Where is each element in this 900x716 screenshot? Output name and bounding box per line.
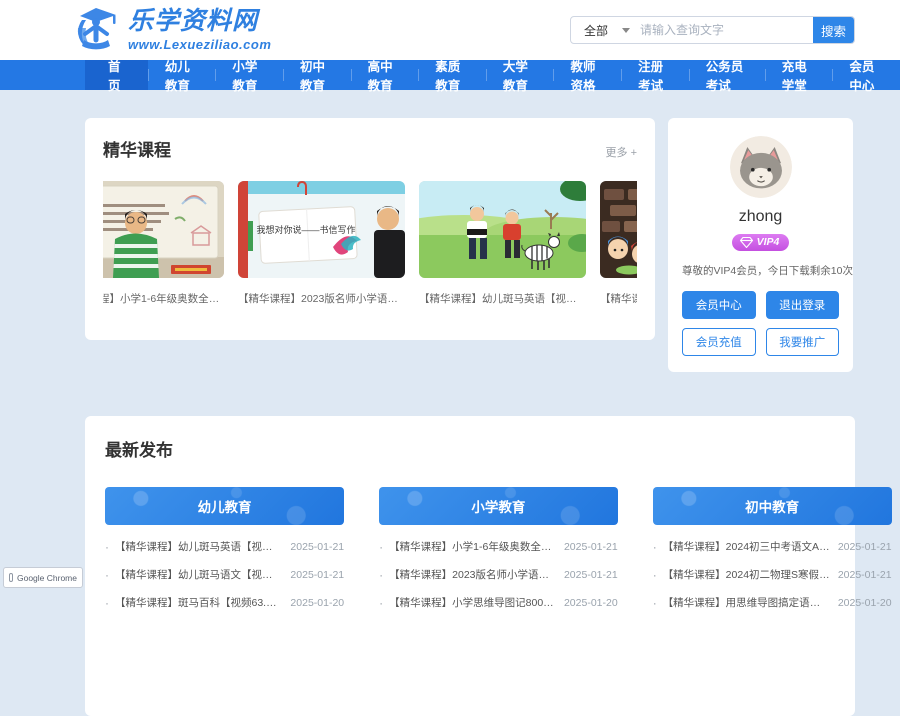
course-card-title: 【精华课程】小学1-6年级奥数全套课… [103, 291, 224, 306]
site-logo[interactable]: 乐学资料网 www.Lexueziliao.com [72, 6, 271, 55]
news-link[interactable]: 【精华课程】幼儿斑马语文【视频181.7… [115, 567, 282, 582]
news-link[interactable]: 【精华课程】小学思维导图记800单词… [389, 595, 556, 610]
nav-item-registered-exam[interactable]: 注册考试 [621, 60, 689, 90]
site-url: www.Lexueziliao.com [128, 37, 271, 52]
news-link[interactable]: 【精华课程】2023版名师小学语文写作… [389, 567, 556, 582]
course-card-title: 【精华课程】幼儿斑马英语【视频151… [419, 291, 586, 306]
nav-item-civil-service[interactable]: 公务员考试 [689, 60, 765, 90]
list-item: · 【精华课程】2024初三中考语文A+春季… 2025-01-21 [653, 533, 892, 561]
chevron-down-icon [622, 28, 630, 33]
news-date: 2025-01-21 [838, 541, 892, 553]
bullet-dot: · [379, 540, 383, 554]
course-card-title: 【精华课… [600, 291, 637, 306]
member-center-button[interactable]: 会员中心 [682, 291, 756, 319]
category-column-junior: 初中教育 · 【精华课程】2024初三中考语文A+春季… 2025-01-21 … [653, 487, 892, 617]
bullet-dot: · [653, 568, 657, 582]
nav-item-home[interactable]: 首页 [85, 60, 148, 90]
news-date: 2025-01-21 [290, 541, 344, 553]
site-title: 乐学资料网 [128, 9, 271, 34]
user-profile-panel: zhong VIP4 尊敬的VIP4会员，今日下载剩余10次 会员中心 退出登录… [668, 118, 853, 372]
user-avatar [730, 136, 792, 198]
nav-item-junior[interactable]: 初中教育 [283, 60, 351, 90]
list-item: · 【精华课程】幼儿斑马语文【视频181.7… 2025-01-21 [105, 561, 344, 589]
category-column-preschool: 幼儿教育 · 【精华课程】幼儿斑马英语【视频151.2… 2025-01-21 … [105, 487, 344, 617]
news-link[interactable]: 【精华课程】小学1-6年级奥数全套课程… [389, 539, 556, 554]
course-card[interactable]: 【精华课程】小学1-6年级奥数全套课… [103, 181, 224, 306]
bullet-dot: · [379, 596, 383, 610]
bullet-dot: · [105, 568, 109, 582]
course-thumbnail-letter-writing: 我想对你说——书信写作 [238, 181, 405, 278]
news-link[interactable]: 【精华课程】2024初二物理S寒假班+春… [663, 567, 830, 582]
news-date: 2025-01-21 [564, 541, 618, 553]
news-link[interactable]: 【精华课程】斑马百科【视频63.24G】 [115, 595, 282, 610]
nav-item-senior[interactable]: 高中教育 [351, 60, 419, 90]
news-link[interactable]: 【精华课程】幼儿斑马英语【视频151.2… [115, 539, 282, 554]
list-item: · 【精华课程】斑马百科【视频63.24G】 2025-01-20 [105, 589, 344, 617]
main-navbar: 首页 幼儿教育 小学教育 初中教育 高中教育 素质教育 大学教育 教师资格 注册… [0, 60, 900, 90]
nav-item-member-center[interactable]: 会员中心 [832, 60, 900, 90]
news-date: 2025-01-21 [290, 569, 344, 581]
logout-button[interactable]: 退出登录 [766, 291, 840, 319]
news-date: 2025-01-20 [564, 597, 618, 609]
category-banner-preschool[interactable]: 幼儿教育 [105, 487, 344, 525]
list-item: · 【精华课程】用思维导图搞定语数英，… 2025-01-20 [653, 589, 892, 617]
search-category-select[interactable]: 全部 [571, 17, 640, 43]
news-date: 2025-01-20 [838, 597, 892, 609]
featured-title: 精华课程 [103, 136, 171, 161]
news-date: 2025-01-21 [838, 569, 892, 581]
latest-releases-panel: 最新发布 幼儿教育 · 【精华课程】幼儿斑马英语【视频151.2… 2025-0… [85, 416, 855, 716]
news-link[interactable]: 【精华课程】2024初三中考语文A+春季… [663, 539, 830, 554]
latest-title: 最新发布 [105, 436, 835, 461]
category-banner-junior[interactable]: 初中教育 [653, 487, 892, 525]
nav-item-university[interactable]: 大学教育 [486, 60, 554, 90]
list-item: · 【精华课程】幼儿斑马英语【视频151.2… 2025-01-21 [105, 533, 344, 561]
bullet-dot: · [105, 540, 109, 554]
promote-button[interactable]: 我要推广 [766, 328, 840, 356]
vip-badge: VIP4 [732, 234, 790, 251]
course-card[interactable]: 【精华课… [600, 181, 637, 306]
list-item: · 【精华课程】2024初二物理S寒假班+春… 2025-01-21 [653, 561, 892, 589]
nav-item-primary[interactable]: 小学教育 [215, 60, 283, 90]
nav-item-preschool[interactable]: 幼儿教育 [148, 60, 216, 90]
file-icon [9, 573, 13, 582]
diamond-icon [740, 237, 753, 248]
search-input[interactable] [640, 17, 813, 43]
search-button[interactable]: 搜索 [813, 17, 854, 43]
bullet-dot: · [105, 596, 109, 610]
featured-courses-panel: 精华课程 更多 + [85, 118, 655, 340]
list-item: · 【精华课程】小学1-6年级奥数全套课程… 2025-01-21 [379, 533, 618, 561]
list-item: · 【精华课程】小学思维导图记800单词… 2025-01-20 [379, 589, 618, 617]
bullet-dot: · [653, 596, 657, 610]
course-card-title: 【精华课程】2023版名师小学语文写… [238, 291, 405, 306]
list-item: · 【精华课程】2023版名师小学语文写作… 2025-01-21 [379, 561, 618, 589]
bullet-dot: · [379, 568, 383, 582]
news-date: 2025-01-20 [290, 597, 344, 609]
nav-item-learning-hall[interactable]: 充电学堂 [765, 60, 833, 90]
course-thumbnail-zebra-english [419, 181, 586, 278]
course-card[interactable]: 我想对你说——书信写作 【精华课程】2023版名师小学语文写… [238, 181, 405, 306]
course-card[interactable]: 【精华课程】幼儿斑马英语【视频151… [419, 181, 586, 306]
more-link[interactable]: 更多 + [606, 144, 637, 160]
vip-status-text: 尊敬的VIP4会员，今日下载剩余10次 [682, 263, 839, 278]
bullet-dot: · [653, 540, 657, 554]
news-link[interactable]: 【精华课程】用思维导图搞定语数英，… [663, 595, 830, 610]
course-thumbnail-cartoon-kids [600, 181, 637, 278]
category-column-primary: 小学教育 · 【精华课程】小学1-6年级奥数全套课程… 2025-01-21 ·… [379, 487, 618, 617]
search-bar: 全部 搜索 [570, 16, 855, 44]
course-thumbnail-classroom [103, 181, 224, 278]
thumbnail-text: 我想对你说——书信写作 [256, 224, 355, 235]
category-banner-primary[interactable]: 小学教育 [379, 487, 618, 525]
graduation-cap-icon [72, 6, 120, 55]
nav-item-teacher-cert[interactable]: 教师资格 [553, 60, 621, 90]
news-date: 2025-01-21 [564, 569, 618, 581]
username: zhong [682, 208, 839, 226]
course-carousel: 【精华课程】小学1-6年级奥数全套课… [103, 181, 637, 306]
recharge-button[interactable]: 会员充值 [682, 328, 756, 356]
site-header: 乐学资料网 www.Lexueziliao.com 全部 搜索 [0, 0, 900, 60]
nav-item-quality[interactable]: 素质教育 [418, 60, 486, 90]
